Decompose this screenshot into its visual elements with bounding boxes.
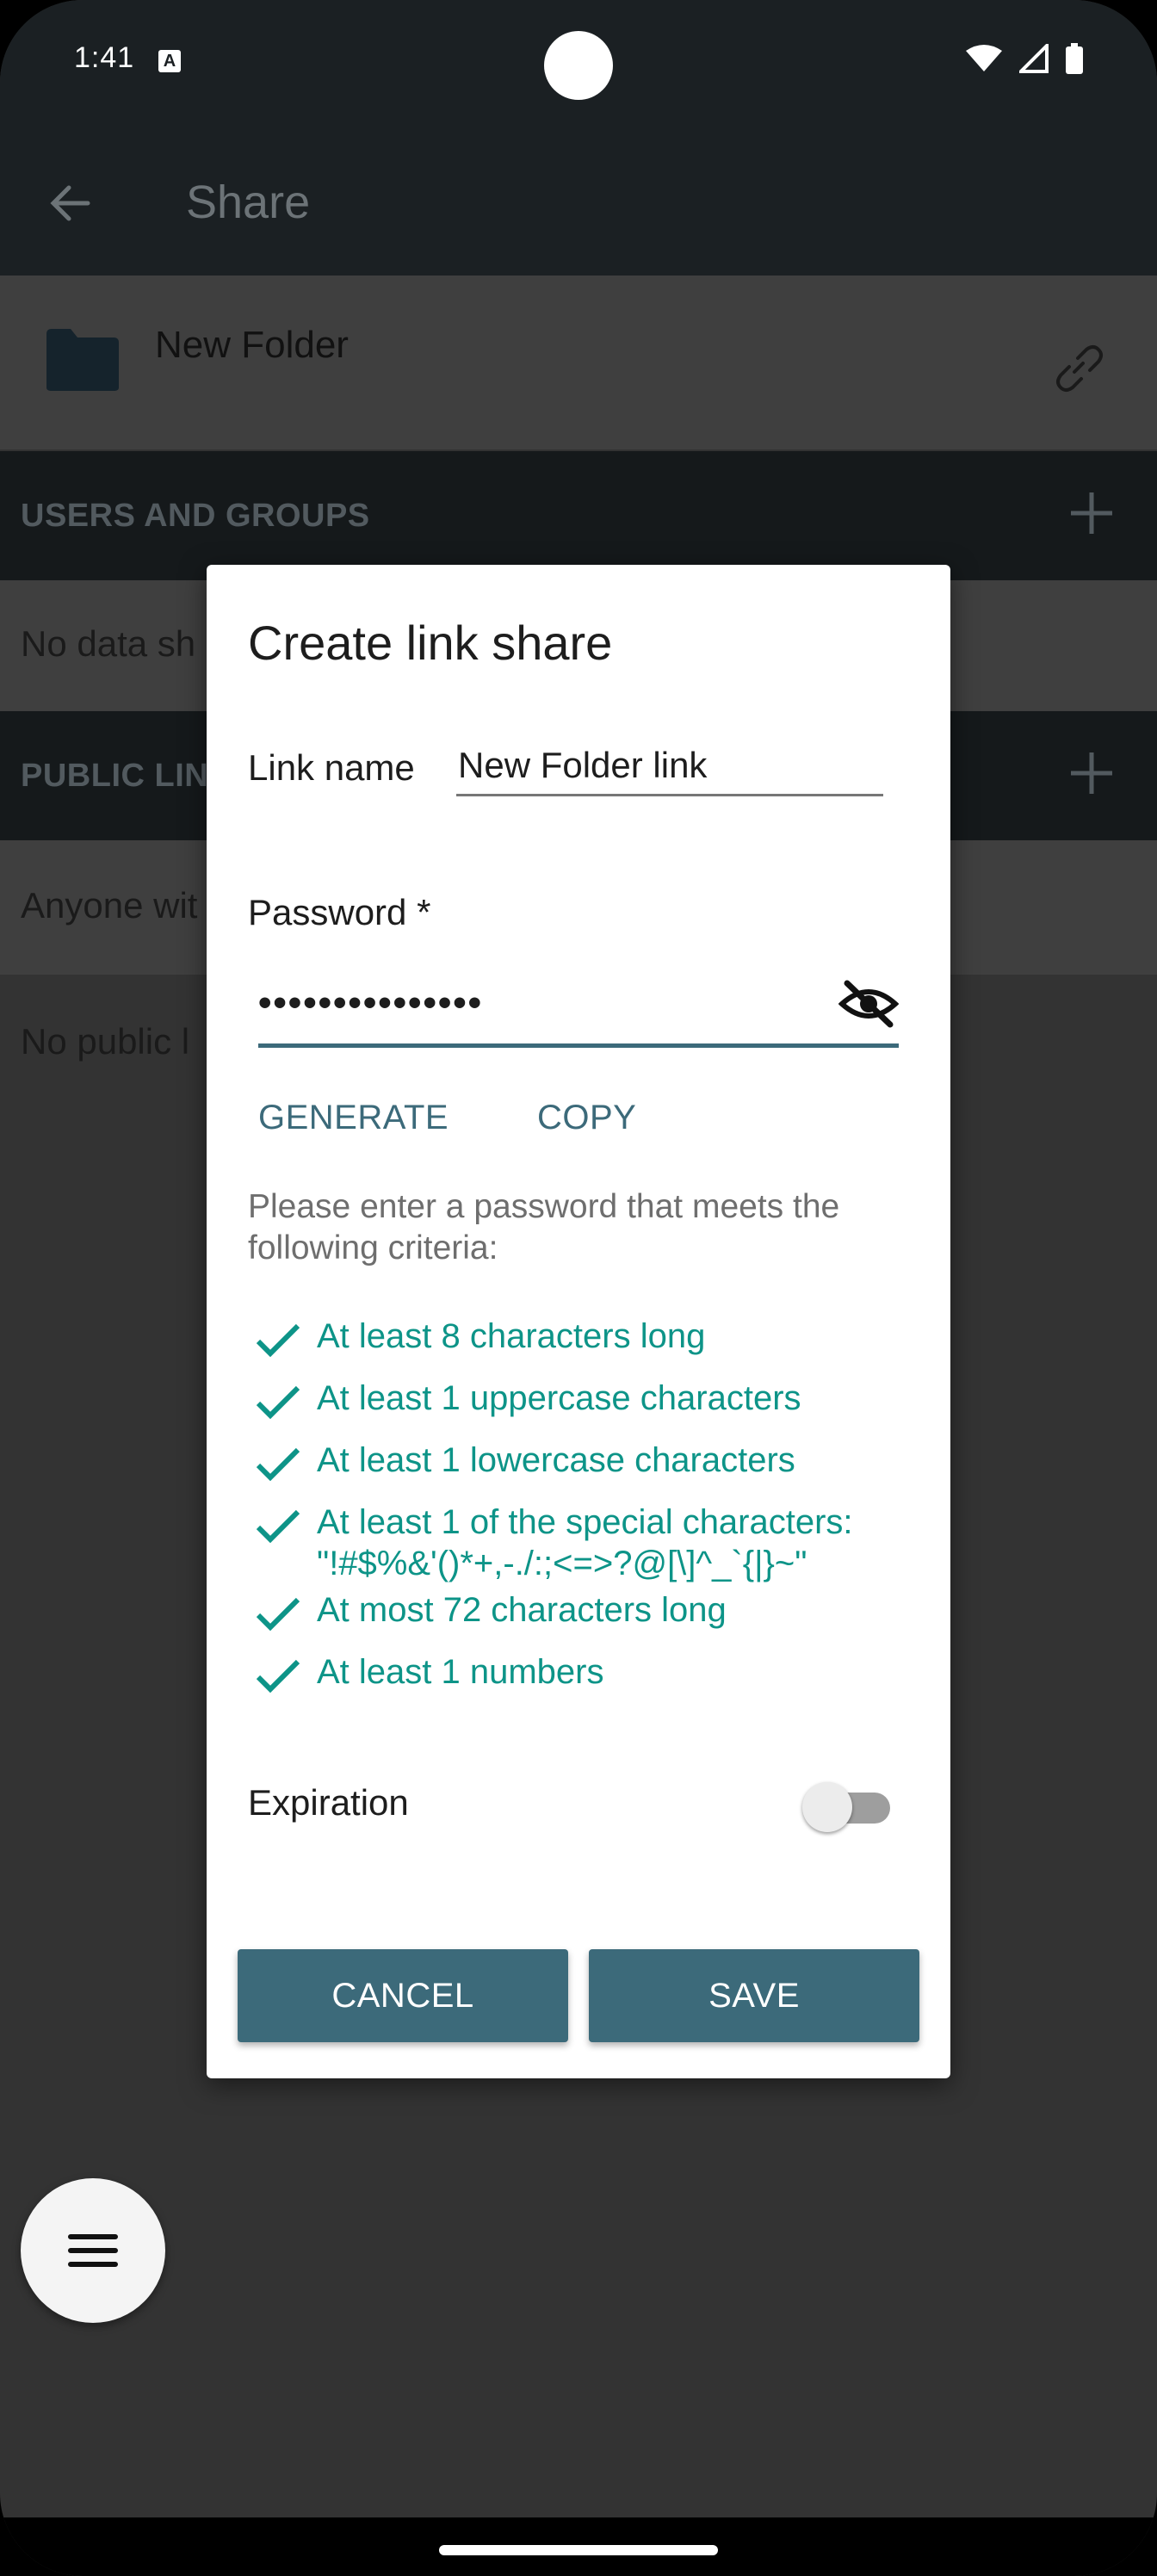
save-button[interactable]: SAVE <box>589 1949 919 2042</box>
section-label: PUBLIC LIN <box>21 758 209 794</box>
menu-icon <box>68 2234 118 2267</box>
status-time: 1:41 <box>74 41 135 74</box>
add-icon[interactable] <box>1067 749 1116 797</box>
camera-cutout <box>544 31 613 100</box>
section-label: USERS AND GROUPS <box>21 498 370 534</box>
section-users-and-groups: USERS AND GROUPS <box>0 451 1157 580</box>
criteria-item: At least 1 of the special characters: "!… <box>255 1502 935 1584</box>
password-value: ••••••••••••••• <box>258 981 484 1024</box>
create-link-share-dialog: Create link share Link name Password * •… <box>207 565 950 2078</box>
check-icon <box>256 1323 300 1358</box>
criteria-item: At least 8 characters long <box>255 1316 935 1358</box>
eye-off-icon[interactable] <box>838 978 899 1030</box>
criteria-item: At least 1 lowercase characters <box>255 1440 935 1482</box>
check-icon <box>256 1659 300 1694</box>
status-bar: 1:41 A <box>0 0 1157 129</box>
criteria-item: At most 72 characters long <box>255 1589 935 1632</box>
navigation-bar <box>0 2517 1157 2576</box>
password-input[interactable]: ••••••••••••••• <box>258 966 899 1048</box>
check-icon <box>256 1509 300 1544</box>
generate-button[interactable]: GENERATE <box>258 1099 449 1137</box>
battery-icon <box>1066 43 1083 74</box>
notification-badge-icon: A <box>158 50 181 72</box>
password-hint: Please enter a password that meets the f… <box>248 1188 840 1266</box>
password-label: Password * <box>248 892 431 932</box>
switch-thumb <box>802 1782 852 1832</box>
link-icon[interactable] <box>1049 337 1109 398</box>
folder-name: New Folder <box>155 324 349 366</box>
empty-text: No public l <box>21 1021 190 1062</box>
app-bar: Share <box>0 129 1157 276</box>
criteria-text: At most 72 characters long <box>317 1591 727 1629</box>
menu-fab[interactable] <box>21 2178 165 2323</box>
screen: 1:41 A Share New Folder USERS AND GROUPS <box>0 0 1157 2576</box>
link-name-input[interactable] <box>456 737 883 796</box>
check-icon <box>256 1597 300 1632</box>
status-icons <box>964 43 1085 74</box>
cancel-button[interactable]: CANCEL <box>238 1949 568 2042</box>
copy-button[interactable]: COPY <box>537 1099 636 1137</box>
arrow-back-icon[interactable] <box>45 177 96 229</box>
anyone-text: Anyone wit <box>21 885 198 926</box>
password-criteria-list: At least 8 characters long At least 1 up… <box>255 1316 935 1713</box>
criteria-special-chars: "!#$%&'()*+,-./:;<=>?@[\]^_`{|}~" <box>317 1545 807 1582</box>
criteria-text: At least 1 numbers <box>317 1653 604 1691</box>
criteria-item: At least 1 uppercase characters <box>255 1378 935 1420</box>
dialog-title: Create link share <box>248 616 613 670</box>
criteria-item: At least 1 numbers <box>255 1651 935 1694</box>
expiration-switch[interactable] <box>799 1774 894 1834</box>
empty-text: No data sh <box>21 623 196 664</box>
folder-icon <box>46 329 119 391</box>
link-name-label: Link name <box>248 747 415 788</box>
criteria-text: At least 1 of the special characters: <box>317 1503 853 1541</box>
wifi-icon <box>966 45 1002 71</box>
criteria-text: At least 1 lowercase characters <box>317 1441 795 1479</box>
expiration-label: Expiration <box>248 1782 409 1823</box>
signal-icon <box>1019 44 1049 73</box>
criteria-text: At least 8 characters long <box>317 1317 706 1355</box>
add-icon[interactable] <box>1067 489 1116 537</box>
folder-row: New Folder <box>0 276 1157 449</box>
criteria-text: At least 1 uppercase characters <box>317 1379 801 1417</box>
page-title: Share <box>186 176 311 228</box>
check-icon <box>256 1447 300 1482</box>
check-icon <box>256 1385 300 1420</box>
home-handle[interactable] <box>439 2545 718 2555</box>
